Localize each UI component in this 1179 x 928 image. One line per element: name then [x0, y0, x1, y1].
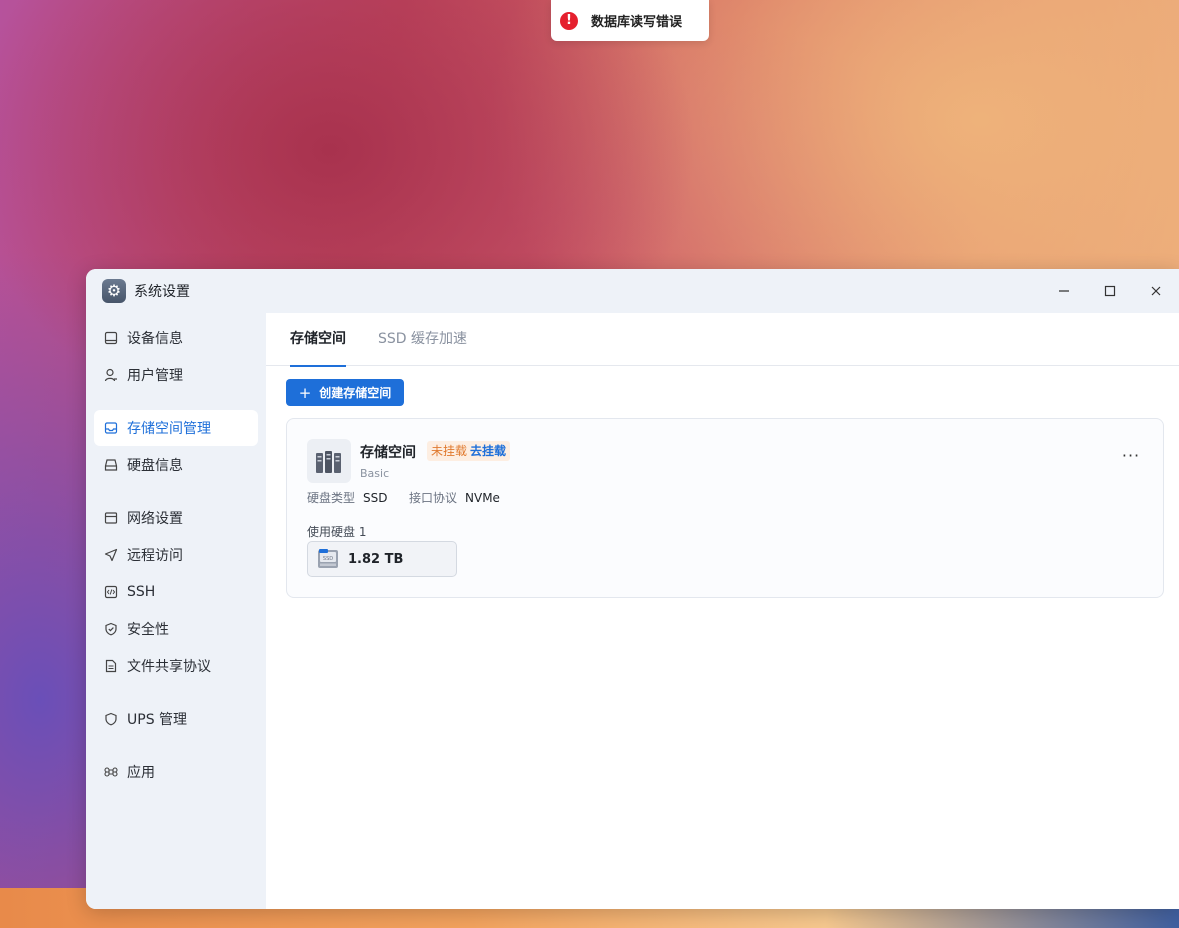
settings-window: ⚙ 系统设置 设备信息 用户管理 存储空间管理 硬盘信息 网络设置 远程访问 S… [86, 269, 1179, 909]
sidebar-item-label: 文件共享协议 [127, 659, 211, 675]
ssd-icon-label: SSD [323, 556, 333, 562]
close-icon [1151, 286, 1161, 296]
window-title: 系统设置 [134, 284, 190, 300]
mount-link[interactable]: 去挂载 [470, 444, 506, 458]
sidebar-item-label: UPS 管理 [127, 712, 188, 728]
more-options-button[interactable]: ··· [1121, 448, 1141, 469]
maximize-icon [1104, 285, 1116, 297]
window-titlebar[interactable]: ⚙ 系统设置 [86, 269, 1179, 313]
sidebar-item-label: 设备信息 [127, 331, 183, 347]
minimize-icon [1059, 290, 1069, 292]
command-icon [104, 765, 118, 779]
sidebar-item-label: 安全性 [127, 622, 169, 638]
sidebar-item-user-management[interactable]: 用户管理 [94, 357, 258, 393]
status-text: 未挂载 [431, 444, 468, 458]
sidebar-item-label: SSH [127, 584, 156, 600]
storage-icon [104, 421, 118, 435]
disk-icon [104, 458, 118, 472]
disk-type-field: 硬盘类型 SSD [307, 489, 388, 506]
pool-type: Basic [360, 467, 390, 480]
sidebar-item-label: 网络设置 [127, 511, 183, 527]
document-icon [104, 659, 118, 673]
plus-icon: + [298, 383, 312, 402]
send-icon [104, 548, 118, 562]
error-icon: ! [560, 11, 578, 30]
create-storage-button[interactable]: + 创建存储空间 [286, 379, 404, 406]
disk-type-label: 硬盘类型 [307, 491, 356, 505]
close-button[interactable] [1133, 269, 1179, 313]
sidebar-item-label: 存储空间管理 [127, 421, 211, 437]
sidebar-item-remote-access[interactable]: 远程访问 [94, 537, 258, 573]
shield-icon [104, 712, 118, 726]
disk-chip[interactable]: SSD 1.82 TB [307, 541, 457, 577]
used-disks-label: 使用硬盘 1 [307, 525, 367, 539]
code-icon [104, 585, 118, 599]
sidebar-item-apps[interactable]: 应用 [94, 754, 258, 790]
server-icon [307, 439, 351, 483]
sidebar-item-label: 用户管理 [127, 368, 183, 384]
sidebar-item-network[interactable]: 网络设置 [94, 500, 258, 536]
disk-type-value: SSD [363, 491, 388, 505]
create-storage-label: 创建存储空间 [319, 386, 392, 400]
storage-pool-card: 存储空间 未挂载 去挂载 Basic 硬盘类型 SSD 接口协议 NVMe 使用硬盘 … [286, 418, 1164, 598]
shield-check-icon [104, 622, 118, 636]
sidebar-item-label: 应用 [127, 765, 155, 781]
sidebar-item-disk-info[interactable]: 硬盘信息 [94, 447, 258, 483]
maximize-button[interactable] [1087, 269, 1133, 313]
settings-gear-icon: ⚙ [102, 279, 126, 303]
toast-message: 数据库读写错误 [591, 15, 683, 30]
ssd-icon: SSD [318, 549, 338, 568]
minimize-button[interactable] [1041, 269, 1087, 313]
sidebar-item-storage-management[interactable]: 存储空间管理 [94, 410, 258, 446]
status-badge: 未挂载 去挂载 [427, 441, 511, 461]
device-icon [104, 331, 118, 345]
sidebar-item-device-info[interactable]: 设备信息 [94, 320, 258, 356]
window-controls [1041, 269, 1179, 313]
disk-size: 1.82 TB [348, 551, 404, 567]
sidebar-item-label: 远程访问 [127, 548, 183, 564]
sidebar: 设备信息 用户管理 存储空间管理 硬盘信息 网络设置 远程访问 SSH 安全性 … [86, 313, 266, 909]
sidebar-item-label: 硬盘信息 [127, 458, 183, 474]
tab-bar: 存储空间 SSD 缓存加速 [266, 313, 1179, 367]
main-content: 存储空间 SSD 缓存加速 + 创建存储空间 存储空间 未挂载 去挂载 Basi… [266, 313, 1179, 909]
protocol-value: NVMe [465, 491, 500, 505]
network-icon [104, 511, 118, 525]
user-icon [104, 368, 118, 382]
sidebar-item-file-sharing[interactable]: 文件共享协议 [94, 648, 258, 684]
pool-name: 存储空间 [360, 445, 416, 461]
sidebar-item-security[interactable]: 安全性 [94, 611, 258, 647]
protocol-label: 接口协议 [409, 491, 458, 505]
error-toast: ! 数据库读写错误 [551, 0, 709, 41]
sidebar-item-ssh[interactable]: SSH [94, 574, 258, 610]
tab-ssd-cache[interactable]: SSD 缓存加速 [378, 313, 467, 366]
protocol-field: 接口协议 NVMe [409, 489, 500, 506]
tab-storage-space[interactable]: 存储空间 [290, 313, 346, 367]
sidebar-item-ups[interactable]: UPS 管理 [94, 701, 258, 737]
